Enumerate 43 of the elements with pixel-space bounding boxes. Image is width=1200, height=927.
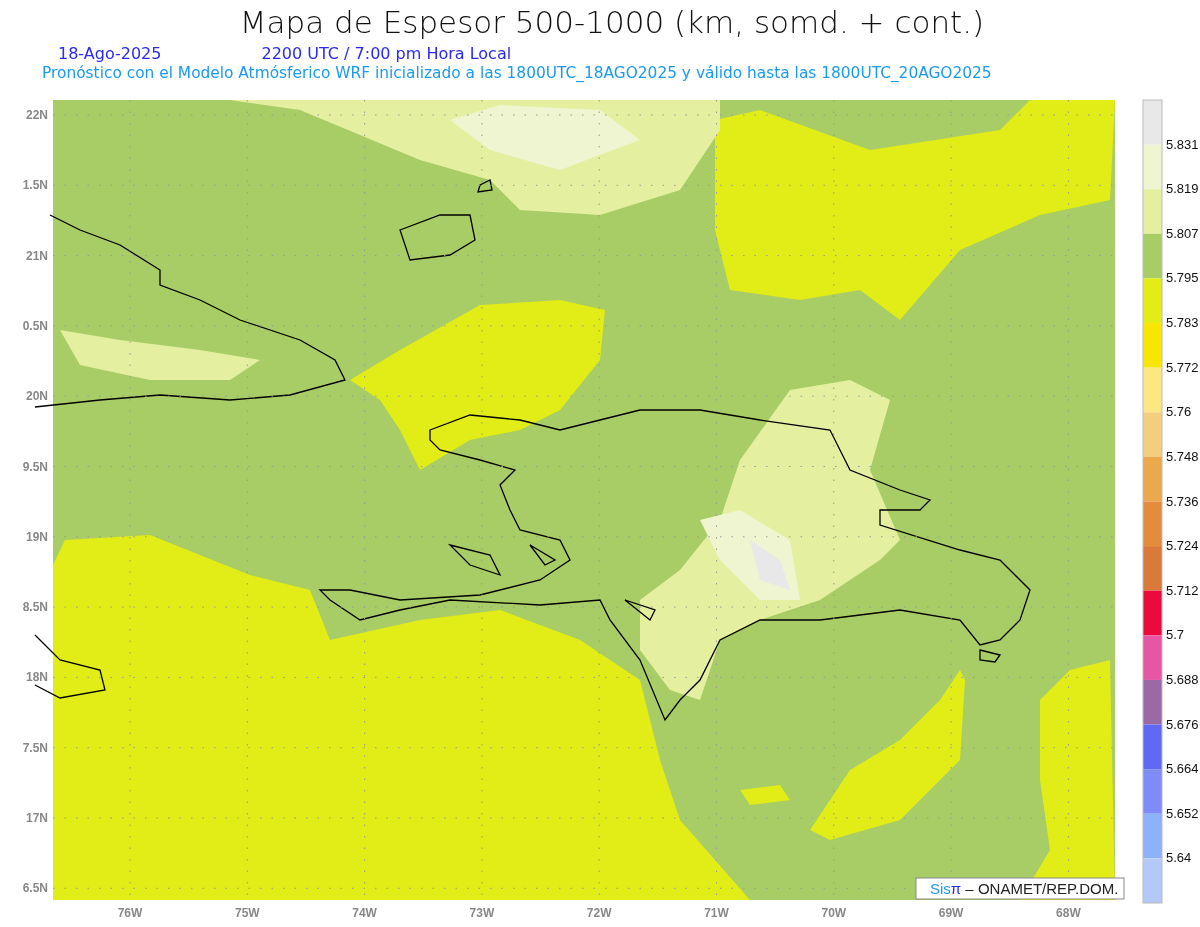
latitude-label: 1.5N — [22, 178, 48, 193]
latitude-label: 19N — [26, 529, 48, 544]
legend-label: 5.795 — [1166, 270, 1199, 286]
longitude-label: 76W — [117, 906, 143, 920]
legend-label: 5.772 — [1166, 359, 1199, 375]
forecast-note: Pronóstico con el Modelo Atmósferico WRF inicializado a las 1800UTC_18AGO2025 y válido hasta las 1800UTC_20AGO2025 — [42, 64, 992, 82]
latitude-label: 7.5N — [22, 740, 48, 755]
longitude-label: 74W — [352, 906, 377, 920]
legend-label: 5.64 — [1166, 850, 1192, 866]
latitude-label: 17N — [26, 811, 48, 825]
legend-label: 5.712 — [1166, 582, 1199, 598]
legend-label: 5.783 — [1166, 315, 1199, 331]
latitude-label: 18N — [26, 670, 48, 685]
latitude-label: 6.5N — [22, 881, 48, 896]
legend-label: 5.664 — [1166, 761, 1199, 777]
legend-label: 5.831 — [1166, 136, 1199, 152]
longitude-label: 72W — [586, 906, 612, 920]
longitude-label: 68W — [1056, 906, 1081, 920]
longitude-label: 71W — [704, 906, 729, 920]
legend-label: 5.676 — [1166, 716, 1199, 732]
legend-label: 5.76 — [1166, 404, 1192, 420]
legend-label: 5.724 — [1166, 538, 1199, 554]
longitude-label: 75W — [234, 906, 260, 920]
latitude-label: 21N — [26, 248, 48, 263]
latitude-label: 22N — [26, 108, 48, 122]
longitude-label: 70W — [821, 906, 847, 920]
latitude-label: 20N — [26, 389, 48, 404]
legend-label: 5.748 — [1166, 448, 1199, 464]
date-text: 18-Ago-2025 — [58, 43, 162, 63]
latitude-label: 8.5N — [22, 600, 48, 615]
latitude-label: 0.5N — [22, 318, 48, 333]
time-text: 2200 UTC / 7:00 pm Hora Local — [261, 43, 512, 63]
legend-label: 5.736 — [1166, 493, 1199, 509]
legend-label: 5.807 — [1166, 225, 1199, 241]
legend-label: 5.688 — [1166, 671, 1199, 687]
map-title: Mapa de Espesor 500-1000 (km, somd. + cont.) — [239, 4, 985, 40]
latitude-label: 9.5N — [22, 459, 48, 474]
credit-label: Sisπ – ONAMET/REP.DOM. — [915, 877, 1125, 900]
longitude-label: 73W — [469, 906, 495, 920]
longitude-label: 69W — [938, 906, 964, 920]
legend-label: 5.7 — [1166, 627, 1185, 643]
legend-label: 5.819 — [1166, 181, 1199, 197]
legend-label: 5.652 — [1166, 805, 1199, 821]
